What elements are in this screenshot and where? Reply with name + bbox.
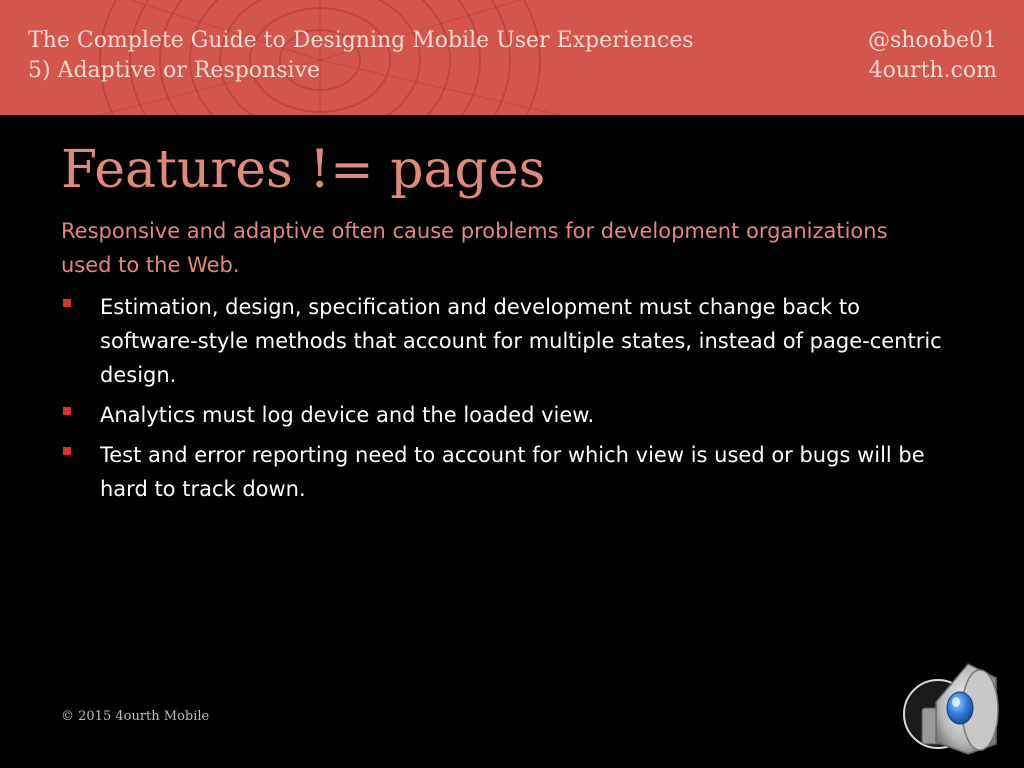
square-bullet-icon bbox=[63, 299, 71, 307]
header-right: @shoobe01 4ourth.com bbox=[868, 26, 997, 86]
square-bullet-icon bbox=[63, 407, 71, 415]
bullet-text: Test and error reporting need to account… bbox=[100, 443, 925, 501]
slide-title: Features != pages bbox=[61, 140, 546, 200]
header-left: The Complete Guide to Designing Mobile U… bbox=[28, 26, 694, 86]
section-title: 5) Adaptive or Responsive bbox=[28, 58, 320, 83]
header-band: The Complete Guide to Designing Mobile U… bbox=[0, 0, 1024, 115]
intro-text: Responsive and adaptive often cause prob… bbox=[61, 219, 888, 277]
website: 4ourth.com bbox=[868, 58, 997, 83]
list-item: Analytics must log device and the loaded… bbox=[61, 398, 961, 432]
square-bullet-icon bbox=[63, 447, 71, 455]
list-item: Estimation, design, specification and de… bbox=[61, 290, 961, 392]
author-handle: @shoobe01 bbox=[867, 28, 997, 53]
bullet-text: Estimation, design, specification and de… bbox=[100, 295, 942, 387]
speaker-icon[interactable] bbox=[898, 658, 1004, 758]
copyright: © 2015 4ourth Mobile bbox=[61, 709, 210, 724]
course-title: The Complete Guide to Designing Mobile U… bbox=[28, 28, 694, 53]
list-item: Test and error reporting need to account… bbox=[61, 438, 961, 506]
bullet-list: Estimation, design, specification and de… bbox=[61, 290, 961, 512]
bullet-text: Analytics must log device and the loaded… bbox=[100, 403, 595, 427]
